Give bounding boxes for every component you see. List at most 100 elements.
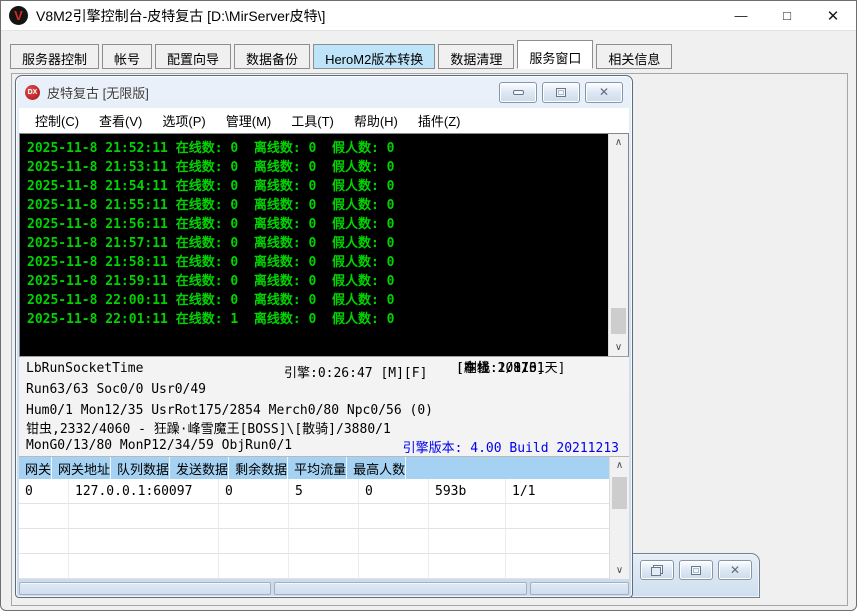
column-header[interactable]: 最高人数 <box>347 457 406 479</box>
menu-item[interactable]: 管理(M) <box>216 108 282 133</box>
log-line: 2025-11-8 21:55:11 在线数: 0 离线数: 0 假人数: 0 <box>27 196 601 215</box>
minimized-window-fragment: ✕ <box>631 553 760 598</box>
column-header[interactable]: 发送数据 <box>170 457 229 479</box>
log-line: 2025-11-8 21:58:11 在线数: 0 离线数: 0 假人数: 0 <box>27 253 601 272</box>
log-line: 2025-11-8 21:54:11 在线数: 0 离线数: 0 假人数: 0 <box>27 177 601 196</box>
status-line: Run63/63 Soc0/0 Usr0/49 <box>26 382 206 397</box>
scroll-up-icon[interactable]: ∧ <box>610 457 629 474</box>
gateway-table-rows: 0 127.0.0.1:60097 0 5 0 593b 1/1 <box>19 479 609 504</box>
tab[interactable]: 配置向导 <box>155 44 231 69</box>
status-line: Hum0/1 Mon12/35 UsrRot175/2854 Merch0/80… <box>26 403 433 418</box>
gateway-table-main: 网关 网关地址 队列数据 发送数据 剩余数据 平均流量 最高人数 <box>19 457 609 579</box>
menu-bar: 控制(C) 查看(V) 选项(P) 管理(M) 工具(T) 帮助(H) 插件(Z… <box>19 108 629 133</box>
status-line: 钳虫,2332/4060 - 狂躁·峰雪魔王[BOSS]\[散骑]/3880/1 <box>26 418 391 437</box>
log-line: 2025-11-8 21:59:11 在线数: 0 离线数: 0 假人数: 0 <box>27 272 601 291</box>
column-header[interactable]: 网关 <box>19 457 52 479</box>
status-pane <box>19 582 271 595</box>
tab[interactable]: 数据清理 <box>438 44 514 69</box>
log-line: 2025-11-8 21:57:11 在线数: 0 离线数: 0 假人数: 0 <box>27 234 601 253</box>
minimize-button[interactable]: — <box>718 1 764 30</box>
scroll-up-icon[interactable]: ∧ <box>609 134 628 151</box>
log-line: 2025-11-8 21:56:11 在线数: 0 离线数: 0 假人数: 0 <box>27 215 601 234</box>
cell-max-players: 1/1 <box>506 479 609 504</box>
close-icon: ✕ <box>730 564 740 576</box>
minimize-button[interactable] <box>499 82 537 103</box>
column-header[interactable]: 队列数据 <box>111 457 170 479</box>
child-status-bar <box>19 582 629 595</box>
close-button[interactable]: ✕ <box>810 1 856 30</box>
engine-runtime: 引擎:0:26:47 [M][F] <box>284 362 427 381</box>
table-scrollbar[interactable]: ∧ ∨ <box>609 457 629 579</box>
gateway-table: 网关 网关地址 队列数据 发送数据 剩余数据 平均流量 最高人数 <box>19 457 629 579</box>
status-line: MonG0/13/80 MonP12/34/59 ObjRun0/1 <box>26 438 292 453</box>
tab-bar: 服务器控制 帐号 配置向导 数据备份 HeroM2版本转换 数据清理 服务窗口 … <box>10 39 848 69</box>
main-window: V V8M2引擎控制台-皮特复古 [D:\MirServer皮特\] — □ ✕… <box>0 0 857 611</box>
cell-queue-data: 0 <box>219 479 289 504</box>
log-console: 2025-11-8 21:52:11 在线数: 0 离线数: 0 假人数: 0 … <box>19 133 629 357</box>
uptime-counter: [本机:2.8161天] <box>456 357 565 376</box>
engine-icon: DX <box>25 85 40 100</box>
maximize-button[interactable]: □ <box>764 1 810 30</box>
child-window-controls: ✕ <box>499 82 623 103</box>
minimize-button[interactable] <box>679 560 713 580</box>
cell-average-flow: 593b <box>429 479 506 504</box>
scrollbar-thumb[interactable] <box>612 477 627 509</box>
tab[interactable]: 相关信息 <box>596 44 672 69</box>
table-row[interactable]: 0 127.0.0.1:60097 0 5 0 593b 1/1 <box>19 479 609 504</box>
menu-item[interactable]: 选项(P) <box>152 108 215 133</box>
column-header[interactable]: 剩余数据 <box>229 457 288 479</box>
menu-item[interactable]: 工具(T) <box>281 108 344 133</box>
cell-sent-data: 5 <box>289 479 359 504</box>
log-line: 2025-11-8 22:01:11 在线数: 1 离线数: 0 假人数: 0 <box>27 310 601 329</box>
minimize-icon <box>513 90 524 95</box>
status-line: LbRunSocketTime <box>26 361 143 376</box>
status-pane <box>274 582 527 595</box>
empty-row <box>19 529 609 554</box>
window-title: V8M2引擎控制台-皮特复古 [D:\MirServer皮特\] <box>36 6 325 26</box>
scroll-down-icon[interactable]: ∨ <box>610 562 629 579</box>
log-line: 2025-11-8 21:52:11 在线数: 0 离线数: 0 假人数: 0 <box>27 139 601 158</box>
child-window-body: 控制(C) 查看(V) 选项(P) 管理(M) 工具(T) 帮助(H) 插件(Z… <box>19 108 629 579</box>
restore-button[interactable] <box>640 560 674 580</box>
gateway-table-header: 网关 网关地址 队列数据 发送数据 剩余数据 平均流量 最高人数 <box>19 457 609 479</box>
restore-icon <box>651 565 663 576</box>
tab[interactable]: 帐号 <box>102 44 152 69</box>
app-logo-icon: V <box>9 6 28 25</box>
console-scrollbar[interactable]: ∧ ∨ <box>608 134 628 356</box>
scrollbar-thumb[interactable] <box>611 308 626 334</box>
maximize-button[interactable] <box>542 82 580 103</box>
engine-child-window: DX 皮特复古 [无限版] ✕ 控制(C) 查看(V) 选项(P) 管理(M) <box>15 75 633 598</box>
empty-row <box>19 504 609 529</box>
close-button[interactable]: ✕ <box>718 560 752 580</box>
menu-item[interactable]: 查看(V) <box>89 108 152 133</box>
log-console-viewport: 2025-11-8 21:52:11 在线数: 0 离线数: 0 假人数: 0 … <box>20 134 608 356</box>
close-button[interactable]: ✕ <box>585 82 623 103</box>
cell-gateway-id: 0 <box>19 479 69 504</box>
titlebar: V V8M2引擎控制台-皮特复古 [D:\MirServer皮特\] — □ ✕ <box>1 1 856 31</box>
status-pane <box>530 582 629 595</box>
menu-item[interactable]: 控制(C) <box>25 108 89 133</box>
child-titlebar: DX 皮特复古 [无限版] ✕ <box>16 76 632 108</box>
tab[interactable]: HeroM2版本转换 <box>313 44 435 69</box>
maximize-icon <box>556 88 566 97</box>
engine-status-block: LbRunSocketTime Run63/63 Soc0/0 Usr0/49 … <box>19 357 629 457</box>
cell-remaining-data: 0 <box>359 479 429 504</box>
scroll-down-icon[interactable]: ∨ <box>609 339 628 356</box>
tab[interactable]: 数据备份 <box>234 44 310 69</box>
close-icon: ✕ <box>599 86 609 98</box>
log-line: 2025-11-8 22:00:11 在线数: 0 离线数: 0 假人数: 0 <box>27 291 601 310</box>
menu-item[interactable]: 帮助(H) <box>344 108 408 133</box>
window-controls: — □ ✕ <box>718 1 856 30</box>
engine-version: 引擎版本: 4.00 Build 20211213 <box>403 437 619 456</box>
minimize-icon <box>691 566 701 575</box>
column-header[interactable]: 网关地址 <box>52 457 111 479</box>
menu-item[interactable]: 插件(Z) <box>408 108 471 133</box>
tab[interactable]: 服务窗口 <box>517 40 593 69</box>
cell-gateway-address: 127.0.0.1:60097 <box>69 479 219 504</box>
log-line: 2025-11-8 21:53:11 在线数: 0 离线数: 0 假人数: 0 <box>27 158 601 177</box>
child-window-title: 皮特复古 [无限版] <box>47 83 149 102</box>
tab[interactable]: 服务器控制 <box>10 44 99 69</box>
minimized-window-controls: ✕ <box>640 560 752 580</box>
empty-row <box>19 554 609 579</box>
column-header[interactable]: 平均流量 <box>288 457 347 479</box>
